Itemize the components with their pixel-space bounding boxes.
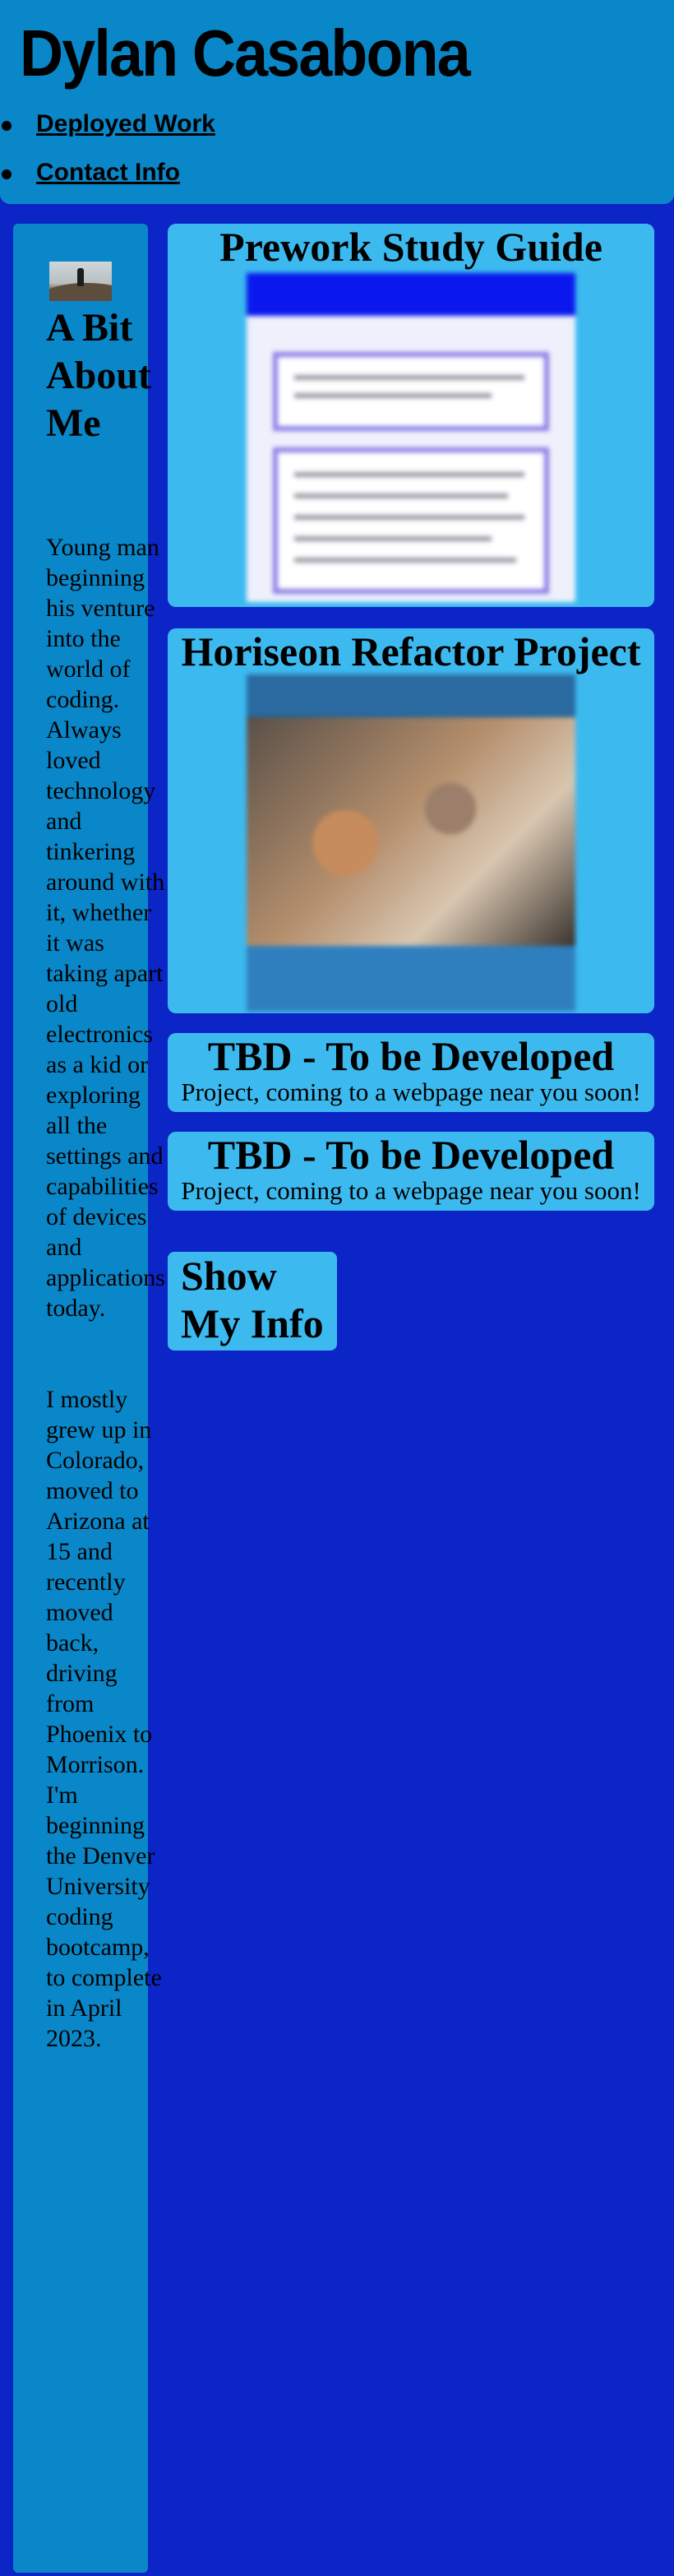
show-my-info-button[interactable]: Show My Info (168, 1252, 337, 1351)
project-title: Prework Study Guide (219, 224, 602, 270)
project-title: TBD - To be Developed (207, 1033, 615, 1079)
project-title: Horiseon Refactor Project (181, 628, 641, 674)
project-screenshot[interactable] (247, 674, 575, 1012)
contact-info-link[interactable]: Contact Info (36, 159, 180, 187)
project-title: TBD - To be Developed (207, 1132, 615, 1178)
show-my-info-label: Show My Info (181, 1253, 324, 1346)
screenshot-photo (247, 717, 575, 946)
about-text: Young man beginning his venture into the… (46, 502, 169, 2084)
screenshot-line (294, 472, 524, 477)
project-description: Project, coming to a webpage near you so… (181, 1077, 641, 1106)
about-sidebar: A Bit About Me Young man beginning his v… (13, 224, 165, 2573)
screenshot-panel (273, 447, 549, 594)
project-card-prework[interactable]: Prework Study Guide (168, 224, 654, 607)
project-description: Project, coming to a webpage near you so… (181, 1176, 641, 1205)
profile-photo (49, 262, 112, 301)
screenshot-line (294, 536, 492, 541)
project-card-tbd: TBD - To be Developed Project, coming to… (168, 1132, 654, 1211)
screenshot-line (294, 393, 492, 398)
bullet-icon (2, 121, 12, 131)
bullet-icon (2, 169, 12, 179)
screenshot-line (294, 515, 524, 520)
screenshot-line (294, 558, 516, 563)
deployed-work-link[interactable]: Deployed Work (36, 110, 215, 138)
about-paragraph: Young man beginning his venture into the… (46, 534, 165, 1322)
screenshot-line (294, 493, 508, 498)
screenshot-header-bar (247, 273, 575, 316)
project-screenshot[interactable] (247, 273, 575, 602)
screenshot-header-bar (247, 674, 575, 716)
photo-person (77, 268, 84, 286)
about-heading: A Bit About Me (46, 306, 152, 445)
site-title: Dylan Casabona (20, 16, 471, 90)
screenshot-line (294, 375, 524, 380)
project-card-horiseon[interactable]: Horiseon Refactor Project (168, 628, 654, 1013)
screenshot-panel (273, 352, 549, 431)
about-paragraph: I mostly grew up in Colorado, moved to A… (46, 1386, 162, 2052)
site-header: Dylan Casabona Deployed Work Contact Inf… (0, 0, 674, 204)
project-card-tbd: TBD - To be Developed Project, coming to… (168, 1033, 654, 1112)
screenshot-footer-bar (247, 946, 575, 1012)
